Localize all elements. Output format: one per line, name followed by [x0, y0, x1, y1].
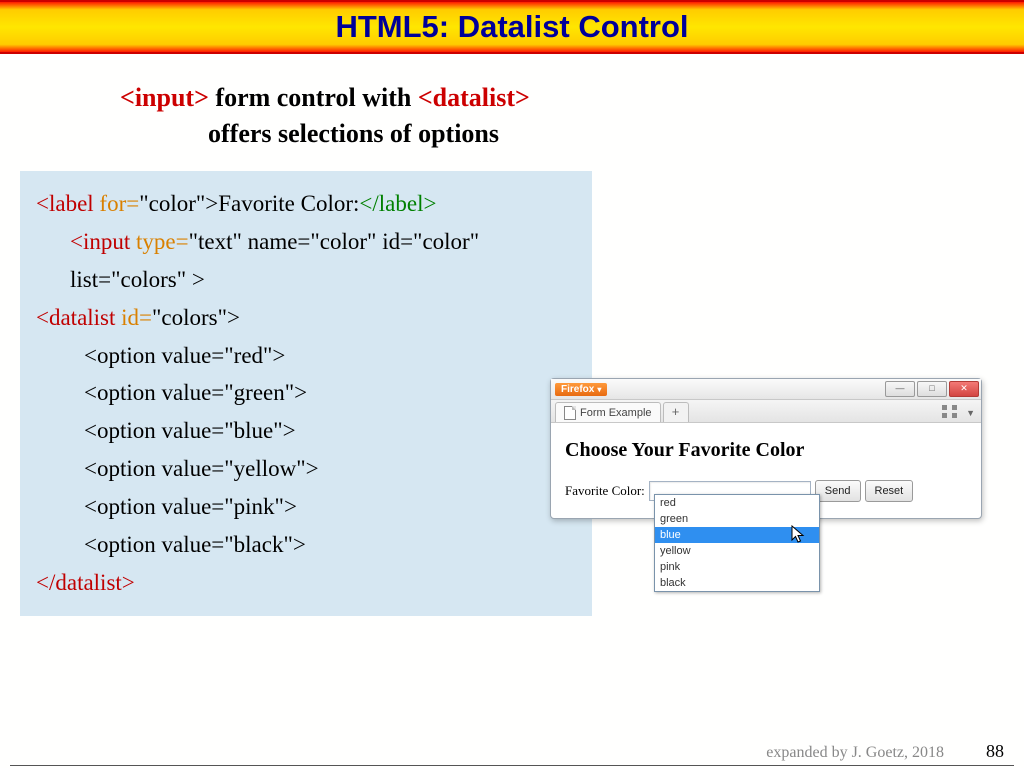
dropdown-option[interactable]: red	[655, 495, 819, 511]
field-label: Favorite Color:	[565, 483, 645, 499]
subtitle-tag-input: <input>	[120, 83, 209, 112]
code-id-val: "colors">	[152, 305, 240, 330]
code-for-val: "color">	[139, 191, 218, 216]
page-number: 88	[986, 741, 1004, 761]
subtitle-tag-datalist: <datalist>	[418, 83, 530, 112]
code-list-attr: list="colors" >	[70, 267, 205, 292]
code-datalist-close: </datalist>	[36, 570, 135, 595]
footer: expanded by J. Goetz, 2018 88	[766, 741, 1004, 762]
tab-title: Form Example	[580, 407, 652, 419]
subtitle-line2: offers selections of options	[208, 116, 1024, 152]
code-datalist-open: <datalist	[36, 305, 115, 330]
tab-groups-icon[interactable]	[942, 405, 960, 419]
code-type-attr: type=	[130, 229, 188, 254]
slide-title-bar: HTML5: Datalist Control	[0, 0, 1024, 54]
code-label-open: <label	[36, 191, 94, 216]
dropdown-option[interactable]: green	[655, 511, 819, 527]
send-button[interactable]: Send	[815, 480, 861, 502]
browser-titlebar: Firefox — □ ✕	[551, 379, 981, 400]
minimize-button[interactable]: —	[885, 381, 915, 397]
firefox-menu-button[interactable]: Firefox	[555, 383, 607, 396]
code-example: <label for="color">Favorite Color:</labe…	[20, 171, 592, 616]
window-controls: — □ ✕	[885, 381, 979, 397]
code-label-close: </label>	[359, 191, 436, 216]
code-id-attr: id=	[115, 305, 152, 330]
code-option: <option value="blue">	[84, 412, 576, 450]
code-label-text: Favorite Color:	[218, 191, 359, 216]
dropdown-option[interactable]: yellow	[655, 543, 819, 559]
maximize-button[interactable]: □	[917, 381, 947, 397]
dropdown-option[interactable]: pink	[655, 559, 819, 575]
code-option: <option value="black">	[84, 526, 576, 564]
page-heading: Choose Your Favorite Color	[565, 439, 967, 462]
dropdown-option-selected[interactable]: blue	[655, 527, 819, 543]
subtitle-mid: form control with	[209, 83, 418, 112]
code-option: <option value="yellow">	[84, 450, 576, 488]
datalist-dropdown[interactable]: red green blue yellow pink black	[654, 494, 820, 592]
footer-divider	[10, 765, 1014, 766]
page-icon	[564, 406, 576, 420]
code-option: <option value="red">	[84, 337, 576, 375]
footer-credit: expanded by J. Goetz, 2018	[766, 744, 944, 761]
new-tab-button[interactable]: +	[663, 402, 689, 422]
code-for-attr: for=	[94, 191, 140, 216]
browser-tab[interactable]: Form Example	[555, 402, 661, 422]
code-option: <option value="green">	[84, 374, 576, 412]
code-type-val: "text"	[189, 229, 248, 254]
close-button[interactable]: ✕	[949, 381, 979, 397]
browser-tabs: Form Example + ▼	[551, 400, 981, 423]
browser-window: Firefox — □ ✕ Form Example + ▼ Choose Yo…	[550, 378, 982, 519]
code-name-id: name="color" id="color"	[248, 229, 479, 254]
slide-title: HTML5: Datalist Control	[335, 9, 688, 45]
dropdown-option[interactable]: black	[655, 575, 819, 591]
code-input-open: <input	[70, 229, 130, 254]
reset-button[interactable]: Reset	[865, 480, 914, 502]
code-option: <option value="pink">	[84, 488, 576, 526]
tab-list-dropdown-icon[interactable]: ▼	[966, 408, 975, 418]
slide-subtitle: <input> form control with <datalist> off…	[120, 80, 1024, 153]
